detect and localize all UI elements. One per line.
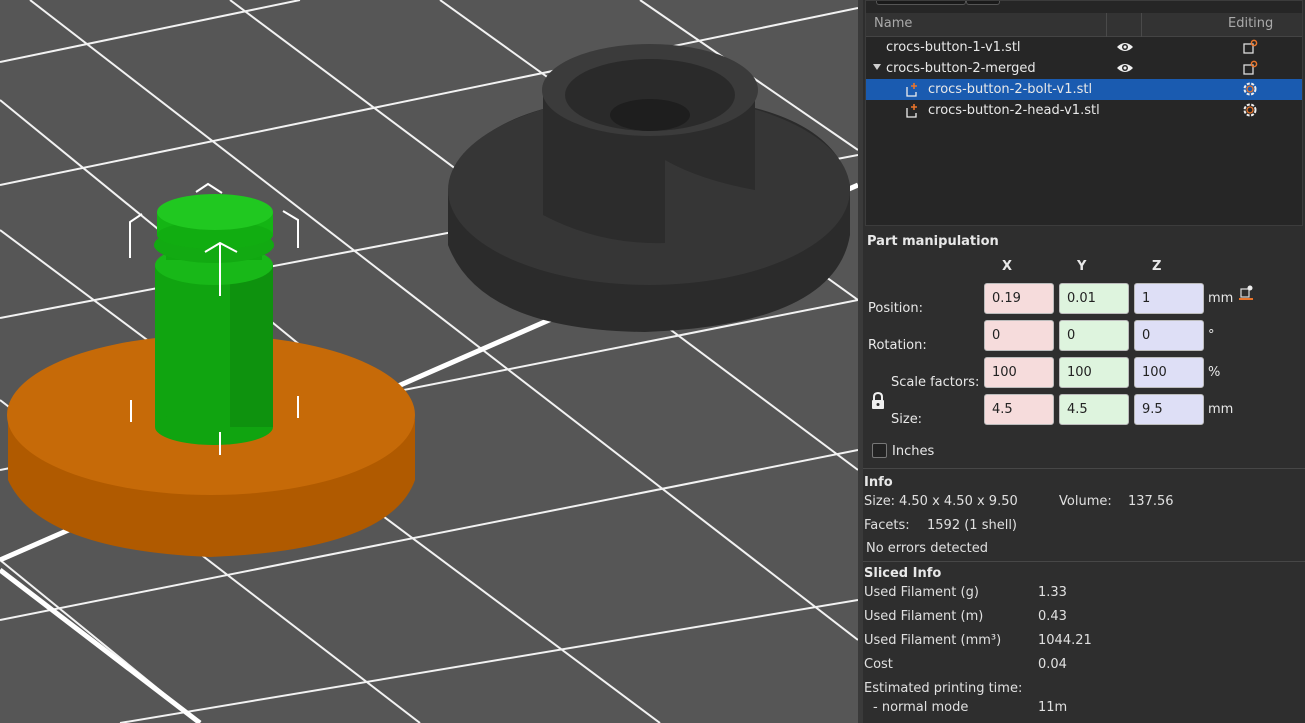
size-unit: mm <box>1208 402 1234 417</box>
info-volume-value: 137.56 <box>1128 494 1174 509</box>
rotation-z-input[interactable]: 0 <box>1134 320 1204 351</box>
header-separator <box>1106 13 1107 37</box>
position-z-input[interactable]: 1 <box>1134 283 1204 314</box>
size-x-input[interactable]: 4.5 <box>984 394 1054 425</box>
info-volume-label: Volume: <box>1059 494 1112 509</box>
scale-unit: % <box>1208 365 1221 380</box>
info-title: Info <box>864 475 893 490</box>
3d-viewport[interactable] <box>0 0 858 723</box>
part-icon <box>906 104 917 118</box>
section-divider <box>863 468 1305 469</box>
sliced-row-label: Used Filament (mm³) <box>864 633 1002 648</box>
part-icon <box>906 83 917 97</box>
scale-label: Scale factors: <box>891 375 980 390</box>
object-label: crocs-button-2-merged <box>886 61 1036 76</box>
object-list-header: Name Editing <box>866 13 1302 37</box>
part-settings-gear-icon[interactable] <box>1242 102 1258 118</box>
sliced-row-value: 0.43 <box>1038 609 1067 624</box>
info-size-label: Size: <box>864 494 896 509</box>
size-z-input[interactable]: 9.5 <box>1134 394 1204 425</box>
lock-icon[interactable] <box>870 392 886 410</box>
object-settings-icon[interactable] <box>1242 39 1258 55</box>
inches-label[interactable]: Inches <box>892 444 934 459</box>
rotation-label: Rotation: <box>868 338 927 353</box>
axis-x-label: X <box>1002 259 1013 274</box>
sliced-row-value: 1044.21 <box>1038 633 1092 648</box>
sliced-row-label: Used Filament (g) <box>864 585 979 600</box>
sliced-row-label: Cost <box>864 657 893 672</box>
object-row-crocs-button-2-merged[interactable]: crocs-button-2-merged <box>866 58 1302 79</box>
sliced-info-title: Sliced Info <box>864 566 942 581</box>
info-facets-value: 1592 (1 shell) <box>927 518 1017 533</box>
object-list[interactable]: Name Editing crocs-button-1-v1.stl crocs… <box>865 0 1303 226</box>
visibility-eye-icon[interactable] <box>1116 41 1134 53</box>
position-x-input[interactable]: 0.19 <box>984 283 1054 314</box>
crocs-button-2-bolt-model <box>154 194 274 445</box>
scale-x-input[interactable]: 100 <box>984 357 1054 388</box>
sliced-row-label: Used Filament (m) <box>864 609 984 624</box>
info-facets-label: Facets: <box>864 518 910 533</box>
object-settings-icon[interactable] <box>1242 60 1258 76</box>
section-divider <box>863 561 1305 562</box>
scale-z-input[interactable]: 100 <box>1134 357 1204 388</box>
mode-tabs <box>866 1 1302 13</box>
inches-checkbox[interactable] <box>872 443 887 458</box>
rotation-x-input[interactable]: 0 <box>984 320 1054 351</box>
mode-tab-left[interactable] <box>876 1 966 5</box>
collapse-arrow-icon[interactable] <box>872 62 882 72</box>
visibility-eye-icon[interactable] <box>1116 62 1134 74</box>
object-row-crocs-button-1[interactable]: crocs-button-1-v1.stl <box>866 37 1302 58</box>
3d-scene[interactable] <box>0 0 858 723</box>
print-time-label: Estimated printing time: <box>864 681 1023 696</box>
rotation-y-input[interactable]: 0 <box>1059 320 1129 351</box>
header-name[interactable]: Name <box>874 16 912 31</box>
position-y-input[interactable]: 0.01 <box>1059 283 1129 314</box>
object-label: crocs-button-1-v1.stl <box>886 40 1021 55</box>
object-label: crocs-button-2-bolt-v1.stl <box>928 82 1093 97</box>
object-row-crocs-button-2-bolt[interactable]: crocs-button-2-bolt-v1.stl <box>866 79 1302 100</box>
axis-z-label: Z <box>1152 259 1162 274</box>
object-label: crocs-button-2-head-v1.stl <box>928 103 1100 118</box>
part-settings-gear-icon[interactable] <box>1242 81 1258 97</box>
object-row-crocs-button-2-head[interactable]: crocs-button-2-head-v1.stl <box>866 100 1302 121</box>
position-unit: mm <box>1208 291 1234 306</box>
normal-mode-value: 11m <box>1038 700 1068 715</box>
normal-mode-label: - normal mode <box>873 700 969 715</box>
info-errors: No errors detected <box>866 541 989 556</box>
header-separator <box>1141 13 1142 37</box>
size-label: Size: <box>891 412 923 427</box>
sidebar-panel: Name Editing crocs-button-1-v1.stl crocs… <box>863 0 1305 723</box>
sliced-row-value: 0.04 <box>1038 657 1067 672</box>
axis-y-label: Y <box>1077 259 1087 274</box>
size-y-input[interactable]: 4.5 <box>1059 394 1129 425</box>
part-manipulation-title: Part manipulation <box>867 234 999 249</box>
info-size-value: 4.50 x 4.50 x 9.50 <box>899 494 1018 509</box>
scale-y-input[interactable]: 100 <box>1059 357 1129 388</box>
rotation-unit: ° <box>1208 328 1215 343</box>
header-editing[interactable]: Editing <box>1228 16 1273 31</box>
mode-tab-right[interactable] <box>966 1 1000 5</box>
sliced-row-value: 1.33 <box>1038 585 1067 600</box>
drop-to-bed-icon[interactable] <box>1238 284 1256 302</box>
position-label: Position: <box>868 301 923 316</box>
